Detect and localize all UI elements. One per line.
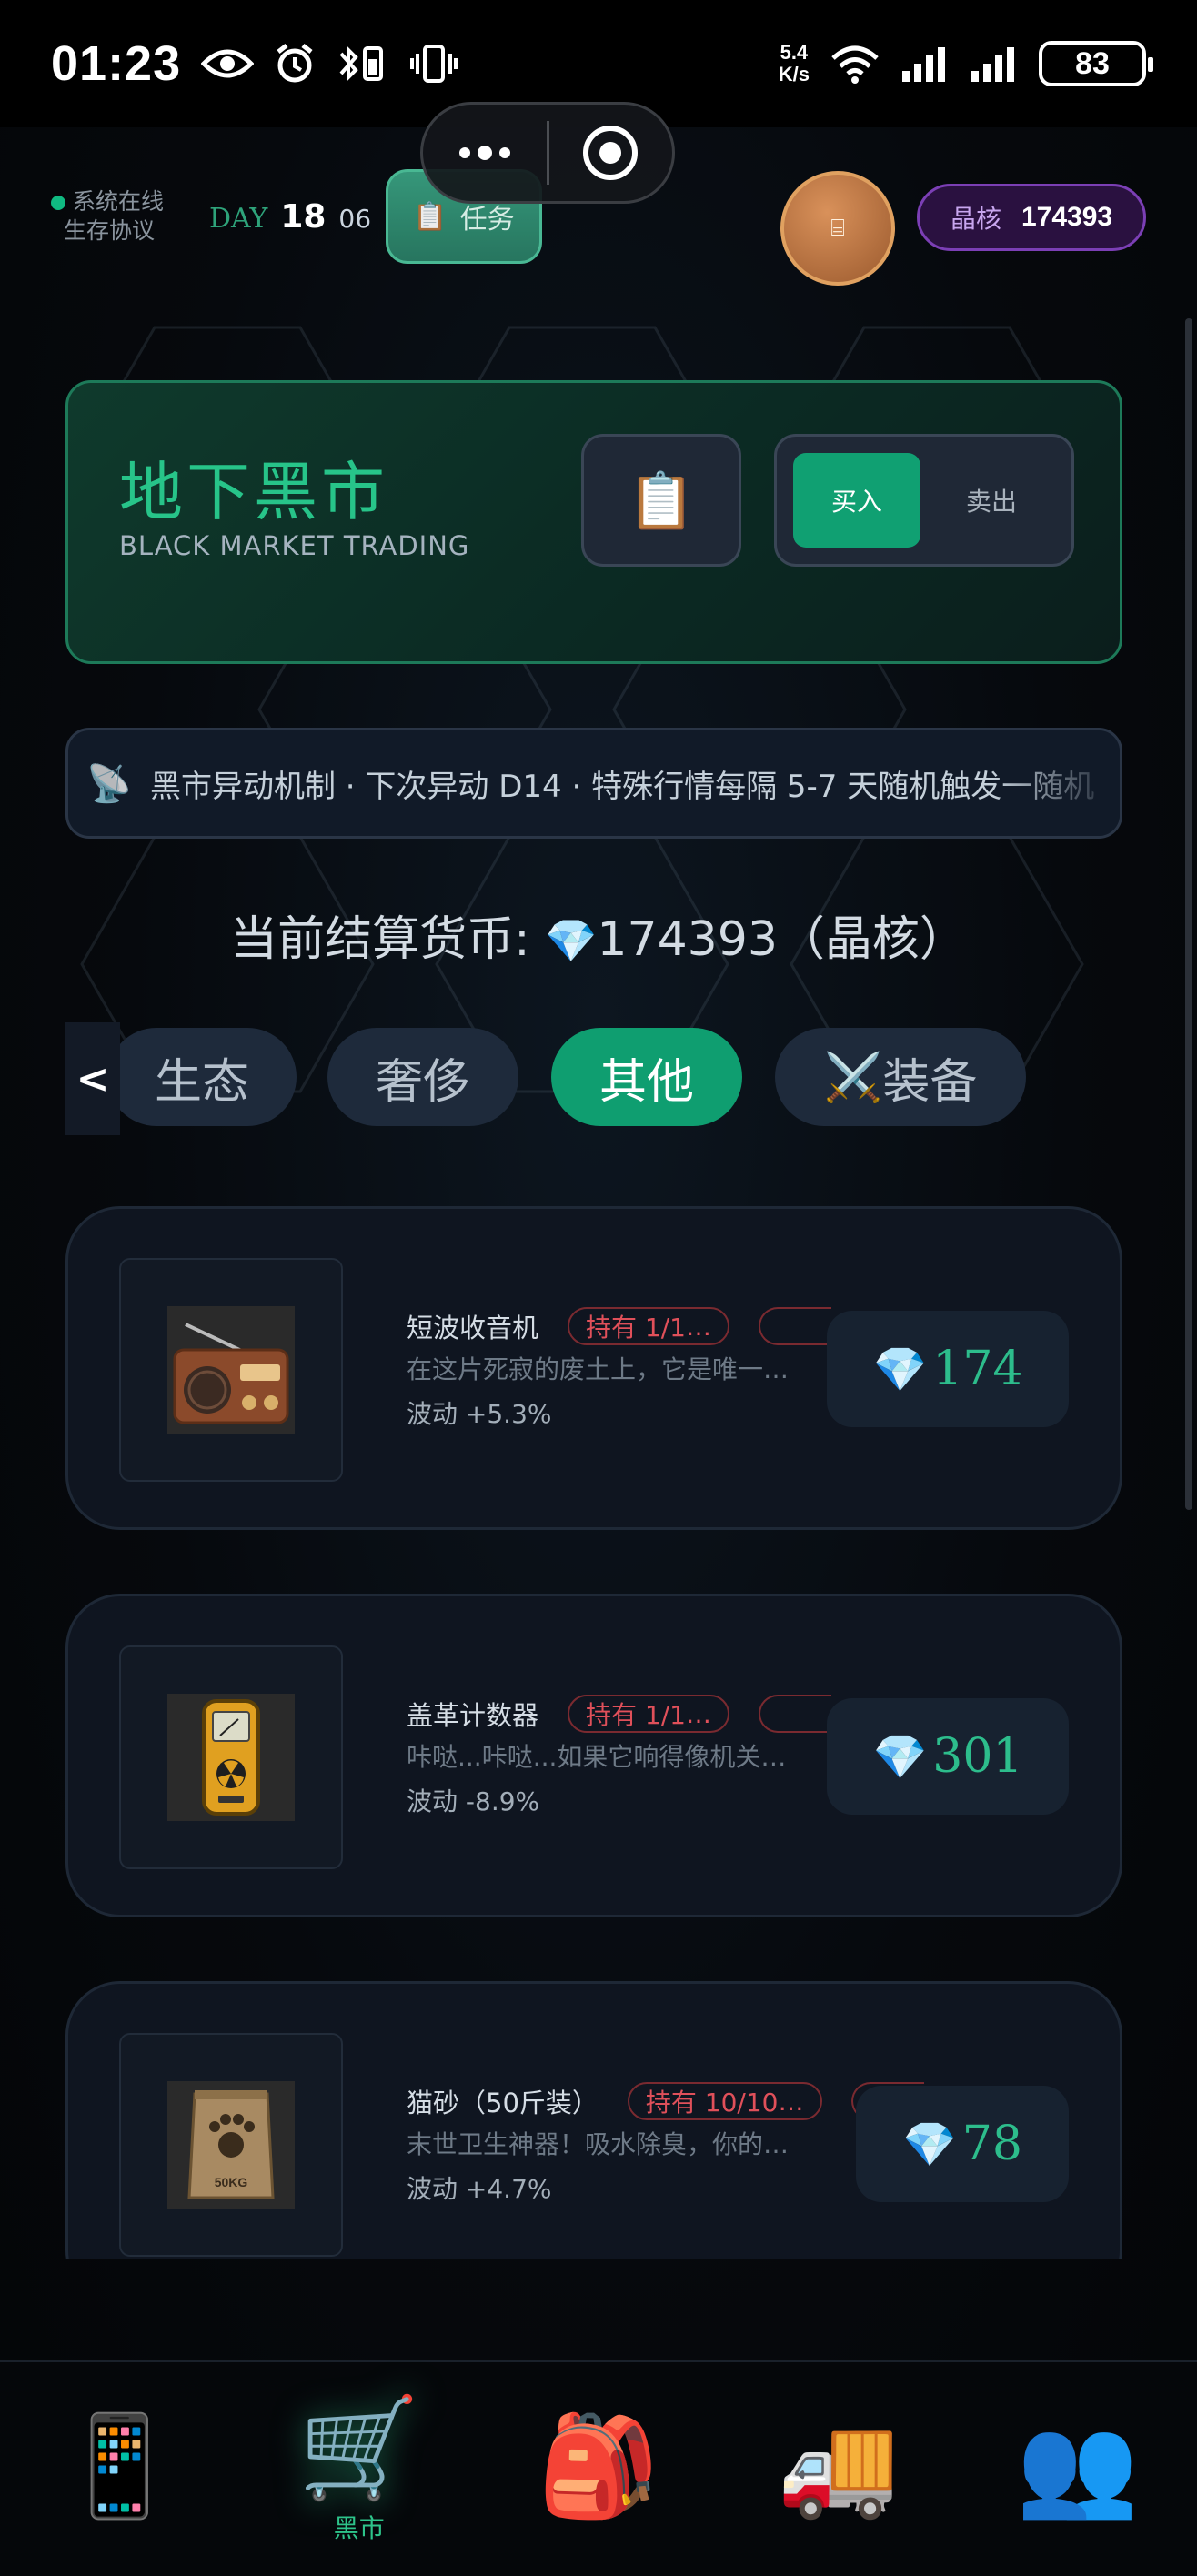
bottom-navigation: 📱 🛒 黑市 🎒 🚚 👥 bbox=[0, 2360, 1197, 2576]
nav-black-market[interactable]: 🛒 黑市 bbox=[239, 2362, 478, 2576]
nav-contacts[interactable]: 👥 bbox=[958, 2362, 1197, 2576]
clock: 01:23 bbox=[51, 36, 182, 91]
sell-mode-button[interactable]: 卖出 bbox=[928, 453, 1055, 548]
item-card[interactable]: 盖革计数器 持有 1/1… 咔哒...咔哒...如果它响得像机关枪一样，快跑 波… bbox=[65, 1594, 1122, 1917]
nav-phone[interactable]: 📱 bbox=[0, 2362, 239, 2576]
held-badge: 持有 10/10… bbox=[627, 2082, 822, 2120]
diamond-icon: 💎 bbox=[872, 1343, 928, 1395]
diamond-icon: 💎 bbox=[872, 1731, 928, 1783]
buy-mode-button[interactable]: 买入 bbox=[793, 453, 920, 548]
signal-icon bbox=[902, 47, 945, 82]
item-description: 末世卫生神器！吸水除臭，你的房间会感谢你 bbox=[407, 2129, 798, 2159]
online-status: 系统在线 生存协议 bbox=[51, 187, 164, 246]
item-name: 短波收音机 bbox=[407, 1313, 539, 1343]
crossed-swords-icon: ⚔️ bbox=[823, 1050, 883, 1105]
nav-backpack[interactable]: 🎒 bbox=[478, 2362, 718, 2576]
item-name: 猫砂（50斤装） bbox=[407, 2088, 598, 2118]
item-card[interactable]: 50KG 猫砂（50斤装） 持有 10/10… 末世卫生神器！吸水除臭，你的房间… bbox=[65, 1981, 1122, 2259]
currency-amount: 174393 bbox=[597, 912, 778, 967]
ticker-text: 黑市异动机制 · 下次异动 D14 · 特殊行情每隔 5-7 天随机触发一随机 bbox=[150, 768, 1095, 805]
diamond-icon: 💎 bbox=[545, 916, 598, 965]
battery-indicator: 83 bbox=[1039, 41, 1153, 86]
vibrate-icon bbox=[410, 45, 458, 83]
backpack-icon: 🎒 bbox=[537, 2409, 660, 2523]
buy-price-button[interactable]: 💎 174 bbox=[827, 1311, 1069, 1427]
price-fluctuation: 波动 +4.7% bbox=[407, 2174, 552, 2204]
ticker-fade bbox=[992, 730, 1120, 836]
buy-price-button[interactable]: 💎 301 bbox=[827, 1698, 1069, 1815]
ledger-button[interactable]: 📋 bbox=[581, 434, 741, 567]
item-thumbnail bbox=[119, 1645, 343, 1869]
geiger-counter-icon bbox=[167, 1694, 295, 1821]
item-card[interactable]: 短波收音机 持有 1/1… 在这片死寂的废土上，它是唯一的声音来源 波动 +5.… bbox=[65, 1206, 1122, 1530]
diamond-icon: 💎 bbox=[902, 2118, 957, 2170]
item-thumbnail bbox=[119, 1258, 343, 1482]
radio-icon bbox=[167, 1306, 295, 1434]
price-fluctuation: 波动 +5.3% bbox=[407, 1399, 552, 1429]
clipboard-icon: 📋 bbox=[627, 468, 696, 533]
trade-mode-toggle: 买入 卖出 bbox=[774, 434, 1074, 567]
more-menu-button[interactable] bbox=[423, 105, 547, 201]
item-name-row: 短波收音机 持有 1/1… bbox=[407, 1307, 831, 1345]
item-name-row: 盖革计数器 持有 1/1… bbox=[407, 1695, 831, 1733]
tab-ecology[interactable]: 生态 bbox=[107, 1028, 297, 1126]
clipboard-icon: 📋 bbox=[413, 200, 448, 233]
black-market-screen: 01:23 5.4 K/s 83 系统在线 生存协议 DAY 18 06 📋 任… bbox=[0, 0, 1197, 2576]
svg-text:50KG: 50KG bbox=[215, 2175, 248, 2189]
robot-icon: ⌸ bbox=[830, 214, 845, 242]
tab-other[interactable]: 其他 bbox=[551, 1028, 742, 1126]
signal-icon-2 bbox=[971, 47, 1014, 82]
badge-overflow bbox=[758, 1695, 831, 1733]
item-description: 在这片死寂的废土上，它是唯一的声音来源 bbox=[407, 1354, 798, 1384]
buy-price-button[interactable]: 💎 78 bbox=[856, 2086, 1069, 2202]
eye-icon bbox=[201, 49, 255, 78]
day-counter: DAY 18 06 bbox=[209, 198, 372, 236]
price-fluctuation: 波动 -8.9% bbox=[407, 1786, 540, 1816]
item-name-row: 猫砂（50斤装） 持有 10/10… bbox=[407, 2082, 924, 2120]
cart-icon: 🛒 bbox=[297, 2390, 421, 2505]
tab-equipment[interactable]: ⚔️ 装备 bbox=[775, 1028, 1026, 1126]
target-close-icon bbox=[583, 126, 639, 180]
page-subtitle: BLACK MARKET TRADING bbox=[119, 530, 470, 561]
tabs-scroll-left-button[interactable]: < bbox=[65, 1022, 120, 1135]
settlement-currency: 当前结算货币: 💎174393（晶核） bbox=[230, 912, 967, 967]
miniprogram-capsule bbox=[420, 102, 675, 204]
market-event-ticker: 📡 黑市异动机制 · 下次异动 D14 · 特殊行情每隔 5-7 天随机触发一随… bbox=[65, 728, 1122, 839]
cat-litter-bag-icon: 50KG bbox=[167, 2081, 295, 2209]
item-list: 短波收音机 持有 1/1… 在这片死寂的废土上，它是唯一的声音来源 波动 +5.… bbox=[0, 1128, 1197, 2259]
tab-luxury[interactable]: 奢侈 bbox=[327, 1028, 518, 1126]
page-title: 地下黑市 bbox=[119, 455, 388, 529]
network-speed: 5.4 K/s bbox=[778, 41, 810, 86]
market-header-card: 地下黑市 BLACK MARKET TRADING 📋 买入 卖出 bbox=[65, 380, 1122, 664]
nav-delivery[interactable]: 🚚 bbox=[719, 2362, 958, 2576]
alarm-icon bbox=[277, 44, 313, 83]
held-badge: 持有 1/1… bbox=[568, 1695, 729, 1733]
close-miniprogram-button[interactable] bbox=[549, 105, 673, 201]
phone-icon: 📱 bbox=[58, 2409, 181, 2523]
satellite-icon: 📡 bbox=[86, 762, 132, 805]
item-thumbnail: 50KG bbox=[119, 2033, 343, 2257]
badge-overflow bbox=[758, 1307, 831, 1345]
bluetooth-battery-icon bbox=[339, 45, 384, 82]
truck-icon: 🚚 bbox=[776, 2409, 900, 2523]
avatar-button[interactable]: ⌸ bbox=[780, 171, 895, 286]
wifi-icon bbox=[831, 45, 879, 84]
item-description: 咔哒...咔哒...如果它响得像机关枪一样，快跑 bbox=[407, 1742, 798, 1772]
people-icon: 👥 bbox=[1016, 2409, 1139, 2523]
item-name: 盖革计数器 bbox=[407, 1700, 539, 1731]
online-dot bbox=[51, 196, 65, 210]
more-dots-icon bbox=[458, 146, 510, 160]
crystal-balance[interactable]: 晶核 174393 bbox=[917, 184, 1146, 251]
held-badge: 持有 1/1… bbox=[568, 1307, 729, 1345]
category-tabs: < 生态 奢侈 其他 ⚔️ 装备 bbox=[65, 1022, 1139, 1135]
